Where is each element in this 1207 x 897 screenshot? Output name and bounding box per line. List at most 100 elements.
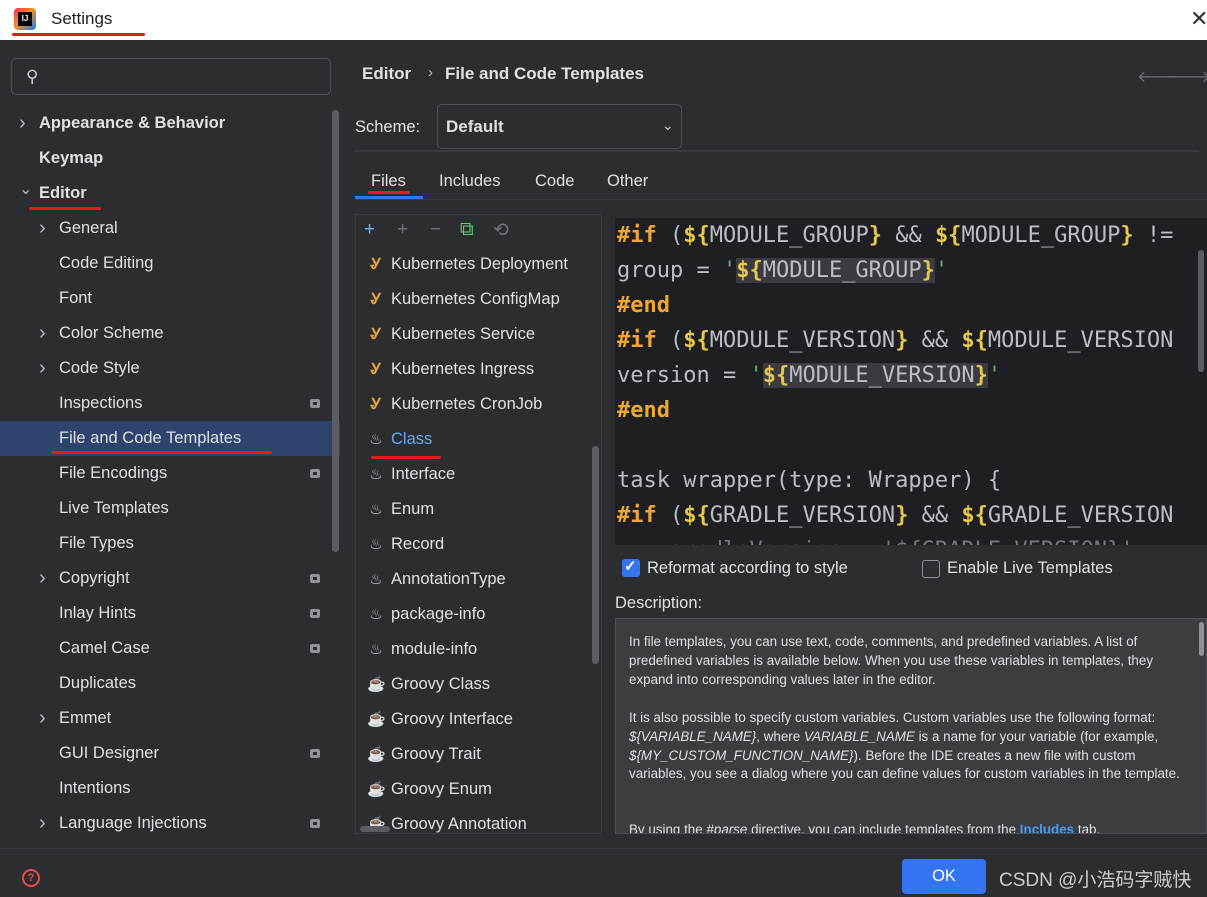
chevron-right-icon[interactable]: › <box>19 106 26 141</box>
sidebar-item-code-editing[interactable]: Code Editing <box>0 246 340 281</box>
live-templates-label[interactable]: Enable Live Templates <box>947 559 1113 578</box>
template-item[interactable]: ♨ module-info <box>356 632 601 667</box>
chevron-right-icon[interactable]: › <box>39 561 46 596</box>
project-scope-icon <box>310 609 320 618</box>
template-item[interactable]: Ꮍ Kubernetes Ingress <box>356 352 601 387</box>
code-line: version = '${MODULE_VERSION}' <box>617 363 1002 388</box>
sidebar-item-label: Keymap <box>39 149 104 167</box>
template-item[interactable]: ☕ Groovy Enum <box>356 772 601 807</box>
editor-scrollbar[interactable] <box>1198 250 1204 372</box>
sidebar-item-code-style[interactable]: › Code Style <box>0 351 340 386</box>
sidebar-scrollbar[interactable] <box>332 110 339 552</box>
code-line: #if (${GRADLE_VERSION} && ${GRADLE_VERSI… <box>617 503 1174 528</box>
sidebar-item-file-encodings[interactable]: File Encodings <box>0 456 340 491</box>
add-icon[interactable]: + <box>364 219 375 241</box>
divider <box>355 199 1207 200</box>
ok-button[interactable]: OK <box>902 859 986 894</box>
reformat-checkbox[interactable] <box>622 557 640 577</box>
close-icon[interactable]: ✕ <box>1190 8 1207 30</box>
watermark-text: CSDN @小浩码字贼快 <box>999 870 1192 891</box>
reformat-label[interactable]: Reformat according to style <box>647 559 848 578</box>
chevron-right-icon[interactable]: › <box>39 351 46 386</box>
sidebar-item-font[interactable]: Font <box>0 281 340 316</box>
description-scrollbar[interactable] <box>1199 622 1204 656</box>
settings-search-input[interactable]: ⚲ <box>11 58 331 95</box>
sidebar-item-emmet[interactable]: › Emmet <box>0 701 340 736</box>
annotation-underline <box>371 456 441 459</box>
chevron-right-icon[interactable]: › <box>39 806 46 841</box>
sidebar-item-file-types[interactable]: File Types <box>0 526 340 561</box>
template-item[interactable]: ♨ Interface <box>356 457 601 492</box>
copy-icon[interactable]: ⧉ <box>460 219 474 241</box>
templates-hscrollbar[interactable] <box>360 826 390 832</box>
project-scope-icon <box>310 469 320 478</box>
sidebar-item-copyright[interactable]: › Copyright <box>0 561 340 596</box>
chevron-right-icon[interactable]: › <box>39 316 46 351</box>
includes-link[interactable]: Includes <box>1020 822 1074 833</box>
chevron-right-icon[interactable]: › <box>39 701 46 736</box>
sidebar-item-inlay-hints[interactable]: Inlay Hints <box>0 596 340 631</box>
live-templates-checkbox[interactable] <box>922 560 940 578</box>
sidebar-item-live-templates[interactable]: Live Templates <box>0 491 340 526</box>
template-item[interactable]: ♨ AnnotationType <box>356 562 601 597</box>
sidebar-item-appearance-behavior[interactable]: › Appearance & Behavior <box>0 106 340 141</box>
template-code-editor[interactable]: #if (${MODULE_GROUP} && ${MODULE_GROUP} … <box>615 218 1207 545</box>
sidebar-item-duplicates[interactable]: Duplicates <box>0 666 340 701</box>
sidebar-item-camel-case[interactable]: Camel Case <box>0 631 340 666</box>
sidebar-item-keymap[interactable]: Keymap <box>0 141 340 176</box>
template-item[interactable]: ☕ Groovy Trait <box>356 737 601 772</box>
reset-icon[interactable]: ⟲ <box>493 219 509 242</box>
template-item[interactable]: ♨ Enum <box>356 492 601 527</box>
search-icon: ⚲ <box>26 67 39 86</box>
help-icon[interactable]: ? <box>22 869 40 887</box>
project-scope-icon <box>310 574 320 583</box>
breadcrumb-parent[interactable]: Editor <box>362 64 411 84</box>
template-item[interactable]: ♨ Record <box>356 527 601 562</box>
chevron-down-icon[interactable]: ⌄ <box>19 172 32 207</box>
template-item[interactable]: ☕ Groovy Annotation <box>356 807 601 833</box>
sidebar-item-language-injections[interactable]: › Language Injections <box>0 806 340 841</box>
sidebar-item-inspections[interactable]: Inspections <box>0 386 340 421</box>
scheme-dropdown[interactable]: Default ⌄ <box>437 104 682 149</box>
divider <box>355 150 1199 152</box>
sidebar-item-label: Code Style <box>59 359 140 377</box>
java-icon: ♨ <box>369 571 383 588</box>
sidebar-item-label: File Encodings <box>59 464 168 482</box>
project-scope-icon <box>310 749 320 758</box>
remove-icon[interactable]: − <box>430 219 441 241</box>
add-child-icon[interactable]: + <box>397 219 408 241</box>
sidebar-item-label: Copyright <box>59 569 130 587</box>
breadcrumb-current: File and Code Templates <box>445 64 645 83</box>
sidebar-item-label: Inlay Hints <box>59 604 137 622</box>
java-icon: ♨ <box>369 606 383 623</box>
sidebar-item-label: Language Injections <box>59 814 207 832</box>
sidebar-item-general[interactable]: › General <box>0 211 340 246</box>
project-scope-icon <box>310 399 320 408</box>
java-icon: ♨ <box>369 431 383 448</box>
template-item[interactable]: Ꮍ Kubernetes CronJob <box>356 387 601 422</box>
template-item[interactable]: ☕ Groovy Interface <box>356 702 601 737</box>
template-item-label: Groovy Class <box>391 675 491 693</box>
sidebar-item-color-scheme[interactable]: › Color Scheme <box>0 316 340 351</box>
groovy-icon: ☕ <box>367 711 386 728</box>
template-item[interactable]: ♨ Class <box>356 422 601 457</box>
sidebar-item-gui-designer[interactable]: GUI Designer <box>0 736 340 771</box>
project-scope-icon <box>310 644 320 653</box>
sidebar-item-intentions[interactable]: Intentions <box>0 771 340 806</box>
breadcrumb-separator: › <box>428 64 433 81</box>
tab-code[interactable]: Code <box>535 172 574 191</box>
template-item[interactable]: ☕ Groovy Class <box>356 667 601 702</box>
template-item[interactable]: Ꮍ Kubernetes Service <box>356 317 601 352</box>
tab-other[interactable]: Other <box>607 172 648 191</box>
tab-files[interactable]: Files <box>371 172 406 191</box>
scheme-value: Default <box>446 117 504 136</box>
sidebar-item-editor[interactable]: ⌄ Editor <box>0 176 340 211</box>
template-item[interactable]: Ꮍ Kubernetes Deployment <box>356 247 601 282</box>
template-item[interactable]: ♨ package-info <box>356 597 601 632</box>
template-item[interactable]: Ꮍ Kubernetes ConfigMap <box>356 282 601 317</box>
chevron-right-icon[interactable]: › <box>39 211 46 246</box>
forward-arrow-icon[interactable]: 🡒 <box>1168 66 1207 87</box>
template-item-label: Interface <box>391 465 456 483</box>
templates-scrollbar[interactable] <box>592 446 599 664</box>
tab-includes[interactable]: Includes <box>439 172 500 191</box>
